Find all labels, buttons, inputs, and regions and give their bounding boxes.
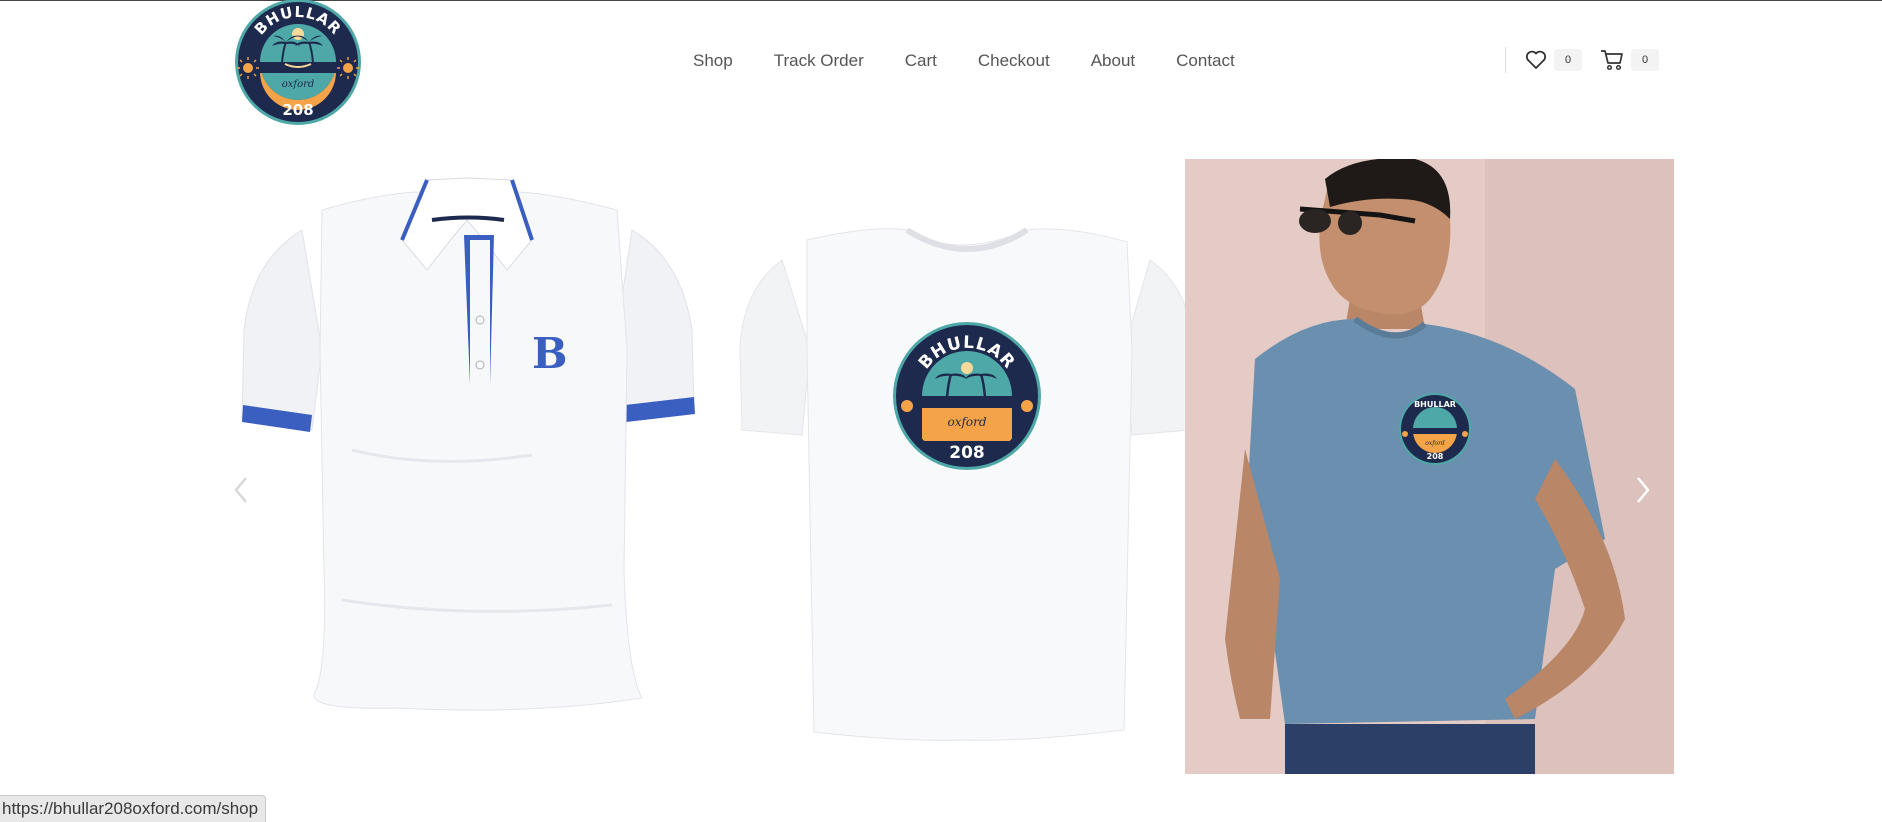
tee-emblem-bottom-text: 208: [949, 443, 985, 463]
slide-polo[interactable]: B: [232, 150, 708, 780]
slide-model-photo[interactable]: BHULLAR oxford 208: [1185, 159, 1674, 774]
heart-icon: [1525, 50, 1547, 70]
cart-count: 0: [1631, 49, 1659, 71]
nav-contact[interactable]: Contact: [1176, 49, 1235, 73]
status-bar-url: https://bhullar208oxford.com/shop: [0, 795, 267, 822]
logo-middle-text: oxford: [282, 79, 315, 90]
site-logo[interactable]: BHULLAR oxford 208: [233, 0, 363, 126]
chevron-right-icon: [1630, 470, 1654, 510]
main-nav: Shop Track Order Cart Checkout About Con…: [693, 49, 1235, 73]
nav-about[interactable]: About: [1091, 49, 1135, 73]
nav-checkout[interactable]: Checkout: [978, 49, 1050, 73]
model-emblem-top-text: BHULLAR: [1414, 400, 1456, 409]
chevron-left-icon: [230, 470, 254, 510]
nav-track-order[interactable]: Track Order: [774, 49, 864, 73]
cart-icon: [1600, 49, 1624, 71]
nav-cart[interactable]: Cart: [905, 49, 937, 73]
product-carousel: B BHULLAR oxford 208 BHULLAR oxford 208: [232, 150, 1674, 780]
polo-emblem-letter: B: [532, 329, 568, 378]
logo-bottom-text: 208: [282, 101, 313, 119]
cart-button[interactable]: 0: [1600, 47, 1659, 73]
model-emblem-bottom-text: 208: [1427, 452, 1444, 461]
model-emblem-middle-text: oxford: [1425, 440, 1445, 447]
header-divider: [1505, 47, 1506, 73]
wishlist-button[interactable]: 0: [1525, 47, 1582, 73]
slide-tee-white[interactable]: BHULLAR oxford 208: [722, 150, 1210, 780]
wishlist-count: 0: [1554, 49, 1582, 71]
nav-shop[interactable]: Shop: [693, 49, 733, 73]
carousel-next-button[interactable]: [1630, 470, 1654, 510]
carousel-prev-button[interactable]: [230, 470, 254, 510]
tee-emblem-middle-text: oxford: [947, 415, 986, 429]
